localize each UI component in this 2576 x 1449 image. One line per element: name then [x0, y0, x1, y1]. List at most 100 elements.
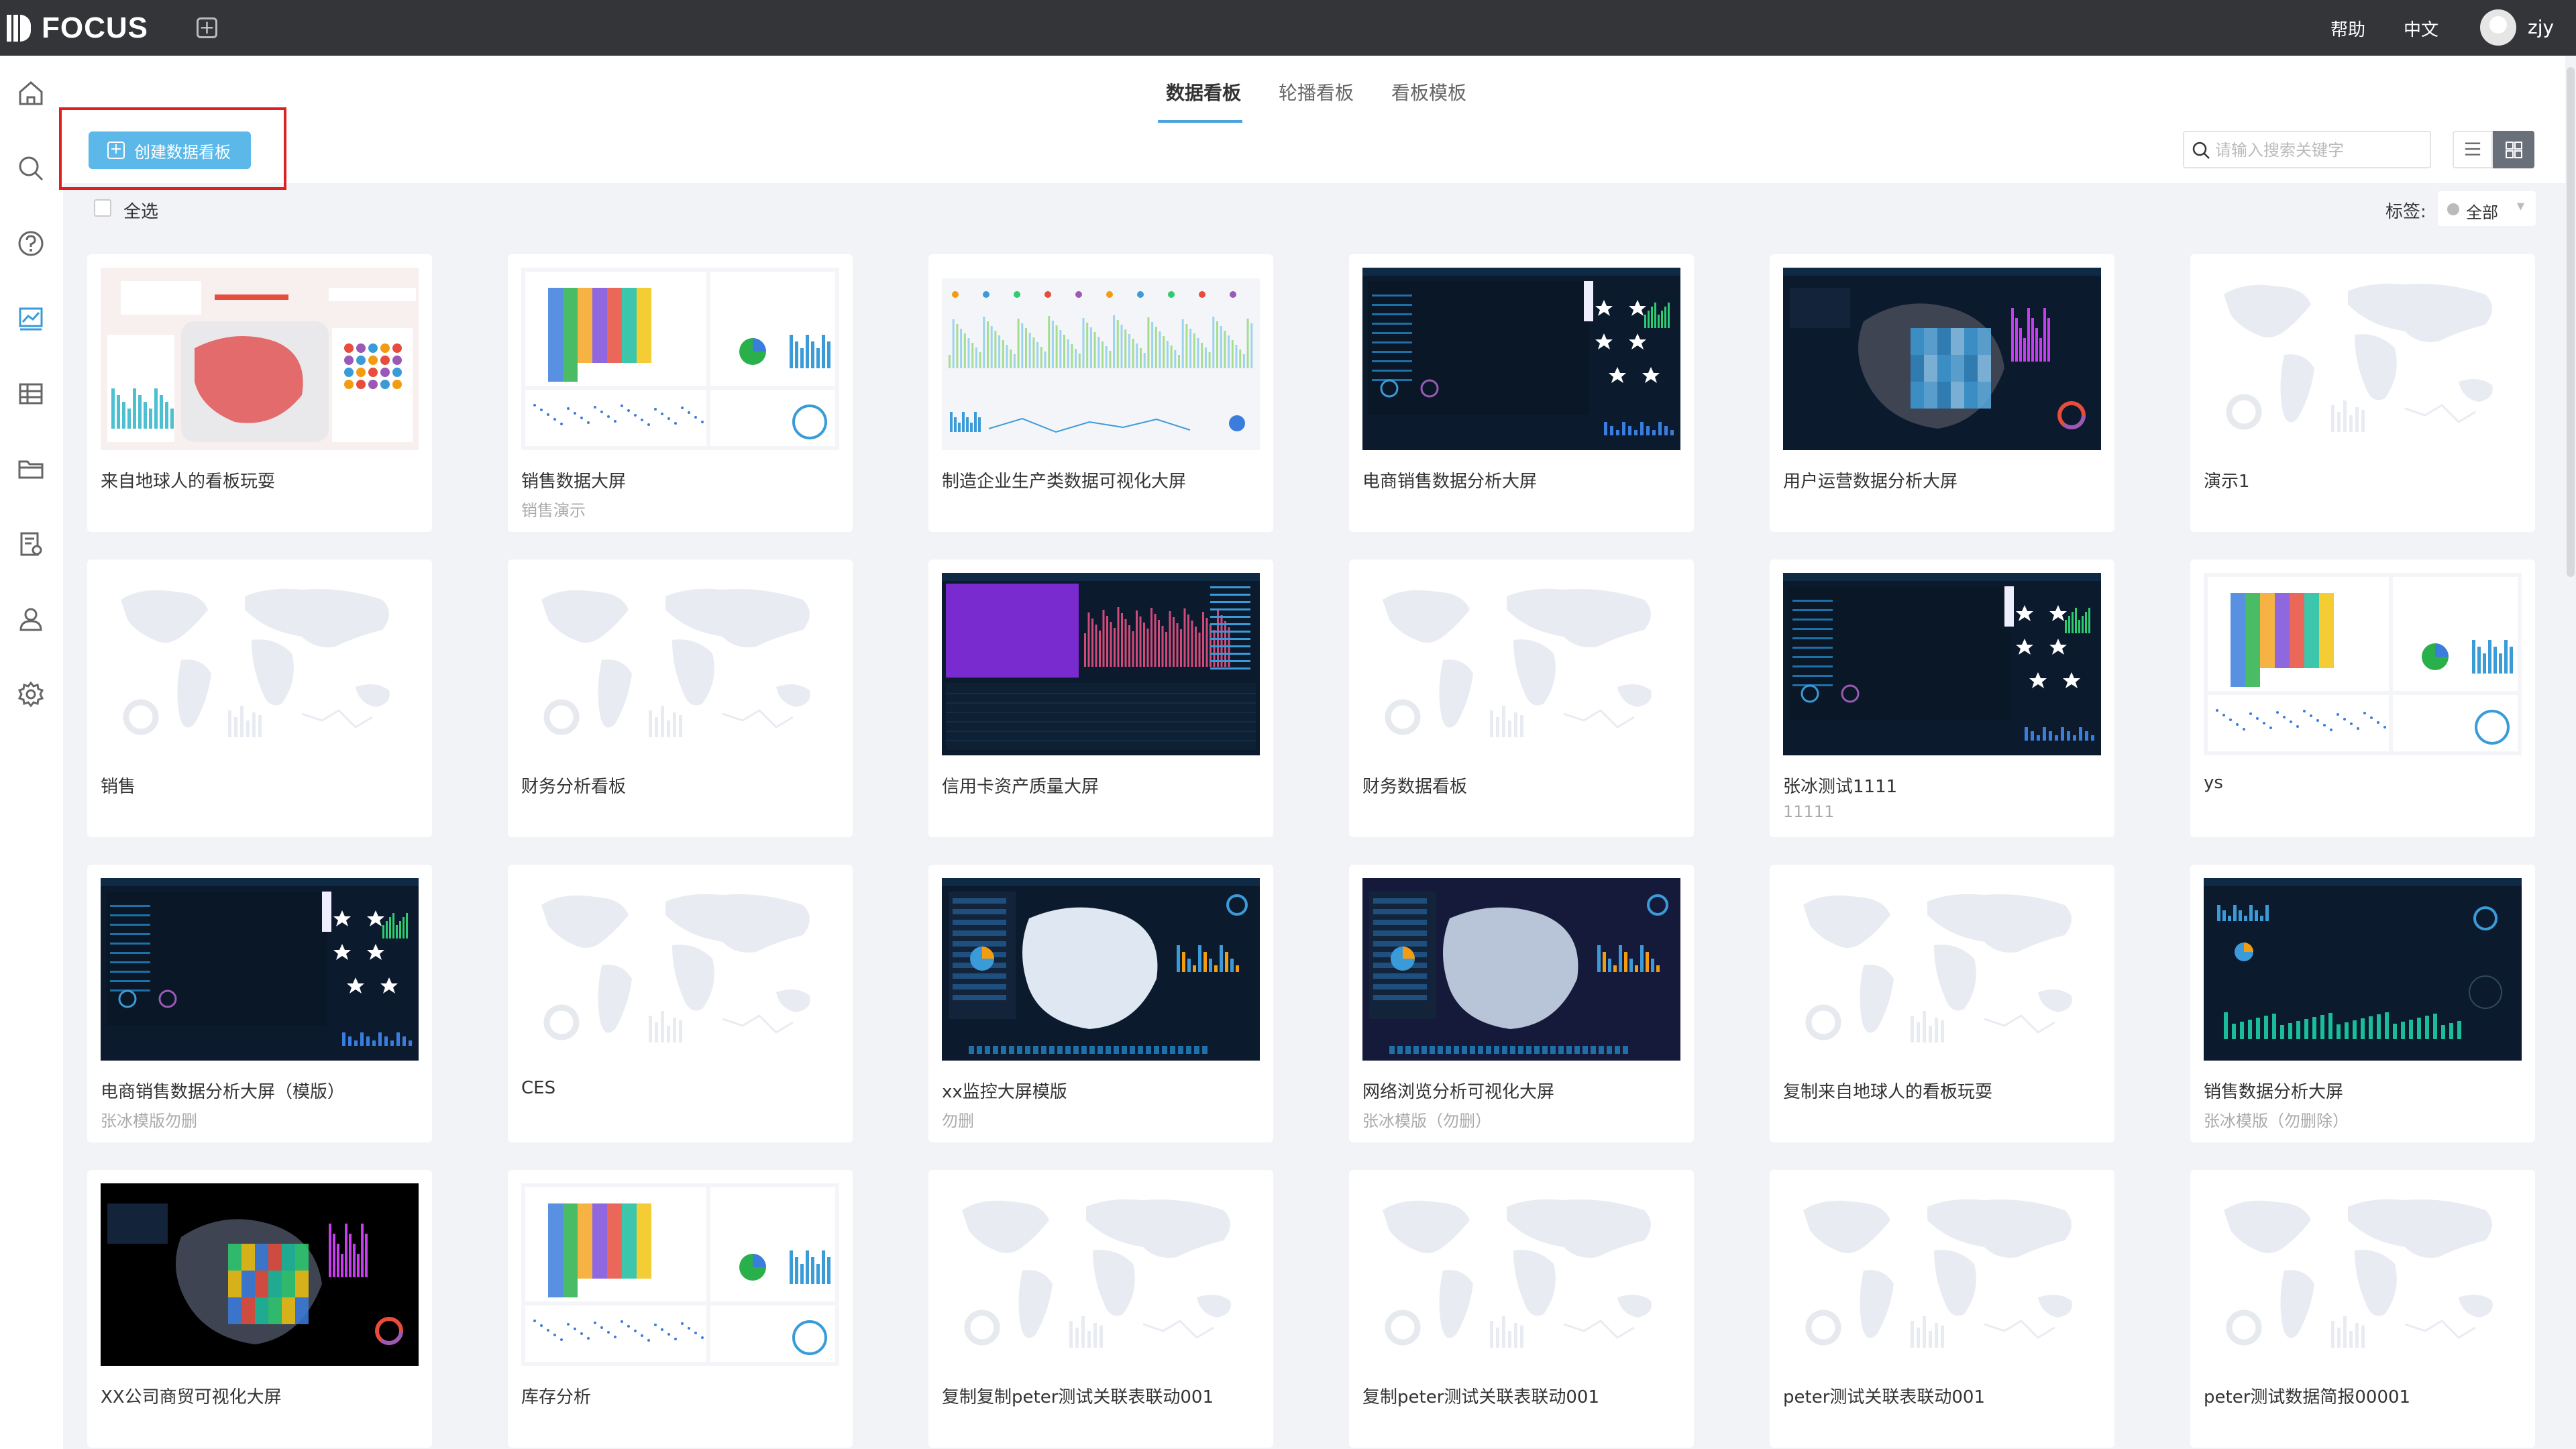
dashboard-icon[interactable]: [15, 303, 47, 335]
user-icon[interactable]: [15, 603, 47, 635]
card-title[interactable]: 演示1: [2204, 468, 2250, 492]
dashboard-thumbnail[interactable]: [1362, 268, 1680, 450]
dashboard-thumbnail[interactable]: [942, 878, 1260, 1061]
dashboard-thumbnail[interactable]: [101, 878, 419, 1061]
gear-icon[interactable]: [15, 678, 47, 710]
dashboard-thumbnail[interactable]: [2204, 878, 2522, 1061]
card-title[interactable]: 信用卡资产质量大屏: [942, 773, 1099, 798]
add-tab-icon[interactable]: +: [197, 17, 217, 38]
placeholder-thumbnail[interactable]: [1362, 573, 1680, 755]
dashboard-thumbnail[interactable]: [101, 1183, 419, 1366]
card-title[interactable]: 销售数据大屏: [521, 468, 626, 492]
home-icon[interactable]: [15, 77, 47, 109]
create-dashboard-button[interactable]: + 创建数据看板: [89, 131, 251, 169]
tab-data-board[interactable]: 数据看板: [1166, 78, 1241, 105]
card-title[interactable]: peter测试关联表联动001: [1783, 1383, 1985, 1408]
dashboard-card[interactable]: 张冰测试1111 11111: [1770, 559, 2114, 837]
card-title[interactable]: 张冰测试1111: [1783, 773, 1897, 798]
card-title[interactable]: 复制peter测试关联表联动001: [1362, 1383, 1599, 1408]
card-title[interactable]: 销售: [101, 773, 136, 798]
card-title[interactable]: XX公司商贸可视化大屏: [101, 1383, 282, 1408]
card-title[interactable]: 制造企业生产类数据可视化大屏: [942, 468, 1186, 492]
dashboard-card[interactable]: 销售数据大屏销售演示: [508, 254, 853, 532]
placeholder-thumbnail[interactable]: [101, 573, 419, 755]
dashboard-thumbnail[interactable]: [942, 573, 1260, 755]
dashboard-card[interactable]: 财务分析看板: [508, 559, 853, 837]
dashboard-card[interactable]: 电商销售数据分析大屏（模版） 张冰模版勿删: [87, 865, 432, 1142]
search-input[interactable]: [2215, 139, 2416, 162]
list-view-button[interactable]: [2453, 131, 2493, 168]
app-logo[interactable]: FOCUS: [7, 9, 148, 47]
placeholder-thumbnail[interactable]: [1362, 1183, 1680, 1366]
dashboard-card[interactable]: XX公司商贸可视化大屏: [87, 1170, 432, 1448]
card-title[interactable]: 复制来自地球人的看板玩耍: [1783, 1078, 1992, 1103]
search-icon[interactable]: [15, 152, 47, 184]
dashboard-card[interactable]: 演示1: [2190, 254, 2535, 532]
placeholder-thumbnail[interactable]: [1783, 878, 2101, 1061]
tag-filter-select[interactable]: 全部 ▾: [2438, 191, 2536, 226]
card-title[interactable]: 复制复制peter测试关联表联动001: [942, 1383, 1214, 1408]
card-title[interactable]: 用户运营数据分析大屏: [1783, 468, 1957, 492]
dashboard-thumbnail[interactable]: [521, 1183, 839, 1366]
dashboard-card[interactable]: 制造企业生产类数据可视化大屏: [928, 254, 1273, 532]
dashboard-card[interactable]: peter测试关联表联动001: [1770, 1170, 2114, 1448]
dashboard-card[interactable]: peter测试数据简报00001: [2190, 1170, 2535, 1448]
help-icon[interactable]: [15, 227, 47, 260]
dashboard-card[interactable]: 复制peter测试关联表联动001: [1349, 1170, 1694, 1448]
card-subtitle: 销售演示: [521, 501, 586, 520]
search-box[interactable]: [2183, 131, 2431, 168]
card-title[interactable]: 库存分析: [521, 1383, 591, 1408]
dashboard-thumbnail[interactable]: [521, 268, 839, 450]
dashboard-card[interactable]: 用户运营数据分析大屏: [1770, 254, 2114, 532]
dashboard-card[interactable]: 网络浏览分析可视化大屏 张冰模版（勿删）: [1349, 865, 1694, 1142]
dashboard-card[interactable]: 来自地球人的看板玩耍: [87, 254, 432, 532]
dashboard-card[interactable]: 销售数据分析大屏 张冰模版（勿删除）: [2190, 865, 2535, 1142]
card-title[interactable]: xx监控大屏模版: [942, 1078, 1067, 1103]
settings-doc-icon[interactable]: [15, 528, 47, 560]
card-title[interactable]: 来自地球人的看板玩耍: [101, 468, 275, 492]
help-link[interactable]: 帮助: [2330, 16, 2365, 41]
placeholder-thumbnail[interactable]: [2204, 268, 2522, 450]
placeholder-thumbnail[interactable]: [521, 878, 839, 1061]
dashboard-card[interactable]: 复制来自地球人的看板玩耍: [1770, 865, 2114, 1142]
language-switch[interactable]: 中文: [2404, 16, 2438, 41]
select-all-label[interactable]: 全选: [123, 198, 158, 223]
tab-board-template[interactable]: 看板模板: [1391, 78, 1466, 105]
card-title[interactable]: 财务数据看板: [1362, 773, 1467, 798]
dashboard-thumbnail[interactable]: [942, 268, 1260, 450]
dashboard-thumbnail[interactable]: [1783, 573, 2101, 755]
dashboard-thumbnail[interactable]: [1362, 878, 1680, 1061]
card-title[interactable]: 电商销售数据分析大屏: [1362, 468, 1537, 492]
card-title[interactable]: 财务分析看板: [521, 773, 626, 798]
dashboard-card[interactable]: 库存分析: [508, 1170, 853, 1448]
scrollbar-thumb[interactable]: [2567, 67, 2575, 577]
placeholder-thumbnail[interactable]: [2204, 1183, 2522, 1366]
dashboard-thumbnail[interactable]: [1783, 268, 2101, 450]
card-title[interactable]: peter测试数据简报00001: [2204, 1383, 2410, 1408]
dashboard-card[interactable]: xx监控大屏模版 勿删: [928, 865, 1273, 1142]
dashboard-card[interactable]: 销售: [87, 559, 432, 837]
dashboard-thumbnail[interactable]: [101, 268, 419, 450]
dashboard-card[interactable]: 复制复制peter测试关联表联动001: [928, 1170, 1273, 1448]
dashboard-card[interactable]: CES: [508, 865, 853, 1142]
user-name[interactable]: zjy: [2528, 16, 2554, 38]
placeholder-thumbnail[interactable]: [521, 573, 839, 755]
card-title[interactable]: 电商销售数据分析大屏（模版）: [101, 1078, 345, 1103]
dashboard-card[interactable]: 财务数据看板: [1349, 559, 1694, 837]
card-title[interactable]: 销售数据分析大屏: [2204, 1078, 2343, 1103]
folder-icon[interactable]: [15, 453, 47, 485]
dashboard-card[interactable]: 电商销售数据分析大屏: [1349, 254, 1694, 532]
placeholder-thumbnail[interactable]: [1783, 1183, 2101, 1366]
table-icon[interactable]: [15, 378, 47, 410]
select-all-checkbox[interactable]: [94, 199, 111, 217]
dashboard-card[interactable]: 信用卡资产质量大屏: [928, 559, 1273, 837]
tab-carousel-board[interactable]: 轮播看板: [1279, 78, 1354, 105]
dashboard-thumbnail[interactable]: [2204, 573, 2522, 755]
card-title[interactable]: 网络浏览分析可视化大屏: [1362, 1078, 1554, 1103]
dashboard-card[interactable]: ys: [2190, 559, 2535, 837]
placeholder-thumbnail[interactable]: [942, 1183, 1260, 1366]
card-title[interactable]: CES: [521, 1078, 555, 1098]
avatar[interactable]: [2480, 9, 2516, 46]
grid-view-button[interactable]: [2493, 131, 2534, 168]
card-title[interactable]: ys: [2204, 773, 2223, 793]
